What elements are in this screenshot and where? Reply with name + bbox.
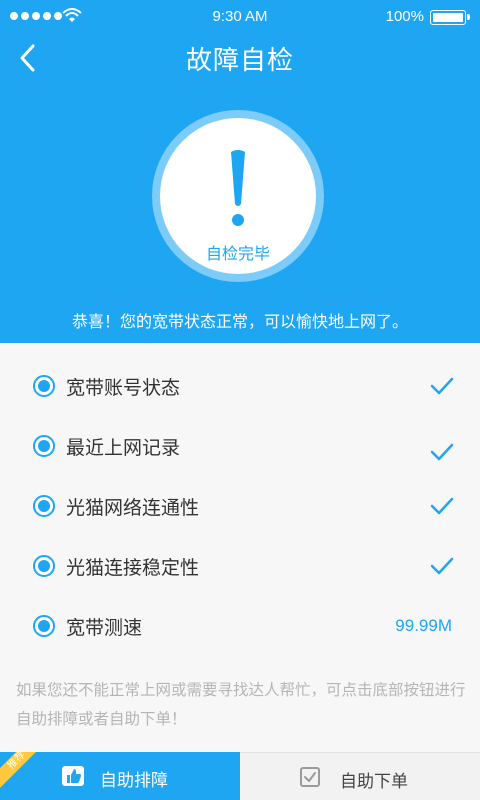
radio-dot-icon (33, 495, 55, 517)
check-icon (430, 557, 454, 575)
header: 9:30 AM 100% 故障自检 自检完毕 恭喜！您的宽带状态正常，可以愉快地… (0, 0, 480, 343)
check-item-label: 光猫网络连通性 (66, 497, 200, 519)
check-item: 宽带账号状态 (0, 356, 480, 416)
recommend-badge: 推荐 (0, 752, 44, 788)
exclamation-icon (231, 150, 245, 226)
status-bar: 9:30 AM 100% (0, 0, 480, 34)
check-item: 光猫连接稳定性 (0, 536, 480, 596)
bottom-bar: 推荐 自助排障 自助下单 (0, 752, 480, 800)
checkbox-icon (300, 767, 320, 787)
status-circle: 自检完毕 (152, 110, 324, 282)
check-item: 宽带测速 99.99M (0, 596, 480, 656)
help-note: 如果您还不能正常上网或需要寻找达人帮忙，可点击底部按钮进行自助排障或者自助下单！ (16, 681, 466, 728)
status-message: 恭喜！您的宽带状态正常，可以愉快地上网了。 (71, 312, 408, 331)
radio-dot-icon (33, 375, 55, 397)
check-icon (430, 377, 454, 395)
check-item: 最近上网记录 (0, 416, 480, 476)
check-icon (430, 497, 454, 515)
self-troubleshoot-button[interactable]: 推荐 自助排障 (0, 752, 240, 800)
thumbs-up-icon (62, 766, 84, 786)
speed-value: 99.99M (395, 616, 452, 635)
check-item-label: 宽带账号状态 (66, 377, 181, 399)
check-item-label: 最近上网记录 (66, 437, 181, 459)
check-item-label: 宽带测速 (66, 617, 143, 639)
status-circle-label: 自检完毕 (205, 244, 270, 263)
self-order-button[interactable]: 自助下单 (240, 752, 480, 800)
battery-icon (430, 10, 470, 25)
page-title: 故障自检 (185, 46, 294, 76)
check-icon (430, 443, 454, 461)
check-item-label: 光猫连接稳定性 (66, 557, 200, 579)
radio-dot-icon (33, 615, 55, 637)
self-troubleshoot-label: 自助排障 (100, 771, 168, 791)
self-order-label: 自助下单 (340, 772, 408, 792)
radio-dot-icon (33, 435, 55, 457)
battery-percent: 100% (385, 8, 424, 25)
radio-dot-icon (33, 555, 55, 577)
check-item: 光猫网络连通性 (0, 476, 480, 536)
